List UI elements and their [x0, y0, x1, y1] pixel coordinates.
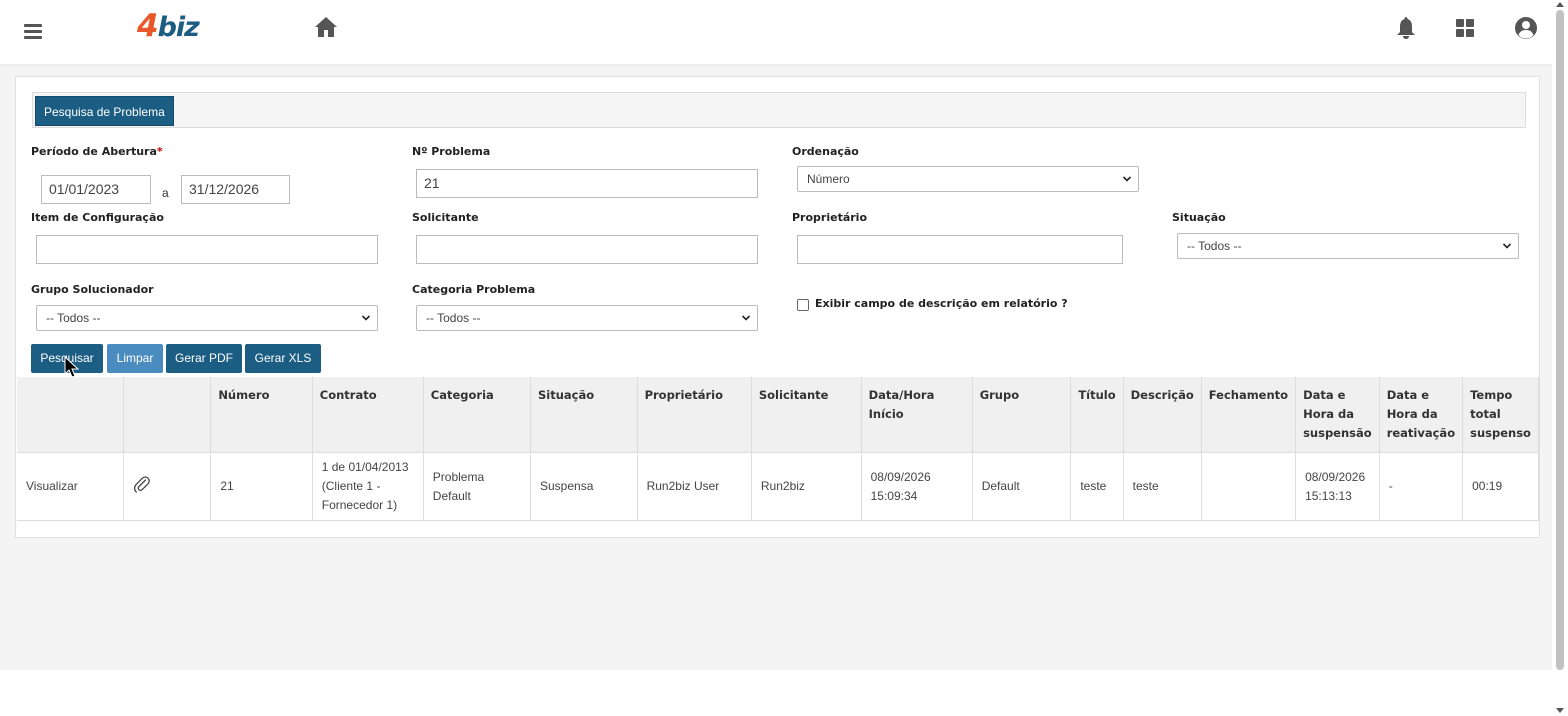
ordenacao-label: Ordenação — [792, 145, 859, 158]
table-header — [17, 377, 124, 453]
exibir-descricao-label: Exibir campo de descrição em relatório ? — [815, 297, 1068, 310]
gerar-xls-button[interactable]: Gerar XLS — [245, 344, 321, 373]
date-from-input[interactable]: 01/01/2023 — [41, 175, 151, 204]
grupo-solucionador-select[interactable]: -- Todos -- — [36, 305, 378, 331]
scroll-down-icon[interactable] — [1556, 708, 1564, 713]
table-header — [123, 377, 212, 453]
gerar-pdf-button[interactable]: Gerar PDF — [166, 344, 242, 373]
item-configuracao-label: Item de Configuração — [31, 211, 164, 224]
proprietario-input[interactable] — [797, 235, 1123, 264]
situacao-label: Situação — [1172, 211, 1226, 224]
table-header[interactable]: Contrato — [312, 377, 424, 453]
visualizar-link[interactable]: Visualizar — [26, 479, 78, 493]
chevron-down-icon — [1503, 243, 1511, 249]
chevron-down-icon — [742, 315, 750, 321]
apps-grid-icon[interactable] — [1455, 18, 1475, 38]
solicitante-input[interactable] — [416, 235, 758, 264]
solicitante-label: Solicitante — [412, 211, 479, 224]
table-header[interactable]: Descrição — [1123, 377, 1202, 453]
categoria-problema-select[interactable]: -- Todos -- — [416, 305, 758, 331]
cell-numero: 21 — [210, 452, 313, 521]
cell-data-reativacao: - — [1379, 452, 1464, 521]
table-header[interactable]: Tempo total suspenso — [1462, 377, 1539, 453]
home-icon[interactable] — [314, 16, 338, 38]
periodo-abertura-label: Período de Abertura* — [31, 145, 163, 158]
ordenacao-value: Número — [807, 172, 850, 186]
cell-categoria: Problema Default — [423, 452, 532, 521]
cell-contrato: 1 de 01/04/2013 (Cliente 1 - Fornecedor … — [312, 452, 424, 521]
date-to-input[interactable]: 31/12/2026 — [181, 175, 290, 204]
page-scrollbar[interactable] — [1552, 0, 1568, 716]
categoria-problema-label: Categoria Problema — [412, 283, 536, 296]
table-header[interactable]: Título — [1070, 377, 1124, 453]
top-navbar: 4biz — [0, 0, 1552, 64]
search-panel: Pesquisa de Problema Período de Abertura… — [15, 76, 1540, 538]
table-row: Visualizar 21 1 de 01/04/2013 (Cliente 1… — [17, 452, 1539, 521]
date-separator: a — [162, 186, 169, 200]
chevron-down-icon — [1123, 176, 1131, 182]
scroll-thumb[interactable] — [1556, 10, 1564, 670]
tab-bar: Pesquisa de Problema — [32, 92, 1526, 128]
tab-pesquisa-problema[interactable]: Pesquisa de Problema — [35, 96, 174, 126]
grupo-solucionador-value: -- Todos -- — [46, 311, 101, 325]
cell-grupo: Default — [972, 452, 1072, 521]
pesquisar-button[interactable]: Pesquisar — [31, 344, 103, 373]
table-header[interactable]: Número — [210, 377, 313, 453]
table-header[interactable]: Fechamento — [1201, 377, 1297, 453]
situacao-select[interactable]: -- Todos -- — [1177, 233, 1519, 259]
categoria-problema-value: -- Todos -- — [426, 311, 481, 325]
cell-titulo: teste — [1070, 452, 1124, 521]
cell-tempo-suspenso: 00:19 — [1462, 452, 1539, 521]
cell-descricao: teste — [1123, 452, 1202, 521]
limpar-button[interactable]: Limpar — [107, 344, 163, 373]
table-header[interactable]: Proprietário — [637, 377, 752, 453]
footer-area — [0, 670, 1552, 716]
table-header[interactable]: Situação — [530, 377, 638, 453]
table-header[interactable]: Categoria — [423, 377, 532, 453]
paperclip-icon[interactable] — [133, 475, 151, 493]
cell-data-suspensao: 08/09/2026 15:13:13 — [1295, 452, 1380, 521]
table-header-row: Número Contrato Categoria Situação Propr… — [17, 377, 1539, 453]
logo[interactable]: 4biz — [137, 8, 200, 44]
item-configuracao-input[interactable] — [36, 235, 378, 264]
user-icon[interactable] — [1514, 16, 1538, 40]
table-header[interactable]: Data e Hora da reativação — [1379, 377, 1464, 453]
cell-fechamento — [1201, 452, 1297, 521]
grupo-solucionador-label: Grupo Solucionador — [31, 283, 154, 296]
situacao-value: -- Todos -- — [1187, 239, 1242, 253]
menu-icon[interactable] — [24, 24, 42, 40]
proprietario-label: Proprietário — [792, 211, 868, 224]
num-problema-input[interactable]: 21 — [416, 169, 758, 198]
cell-proprietario: Run2biz User — [637, 452, 752, 521]
cell-situacao: Suspensa — [530, 452, 638, 521]
results-table: Número Contrato Categoria Situação Propr… — [17, 377, 1539, 521]
table-header[interactable]: Solicitante — [751, 377, 862, 453]
table-header[interactable]: Data e Hora da suspensão — [1295, 377, 1380, 453]
scroll-up-icon[interactable] — [1556, 2, 1564, 7]
bell-icon[interactable] — [1396, 16, 1416, 40]
num-problema-label: Nº Problema — [412, 145, 491, 158]
table-header[interactable]: Data/Hora Início — [861, 377, 973, 453]
cell-data-inicio: 08/09/2026 15:09:34 — [861, 452, 973, 521]
table-header[interactable]: Grupo — [972, 377, 1072, 453]
ordenacao-select[interactable]: Número — [797, 166, 1139, 192]
exibir-descricao-checkbox[interactable] — [797, 299, 809, 311]
chevron-down-icon — [362, 315, 370, 321]
cell-solicitante: Run2biz — [751, 452, 862, 521]
